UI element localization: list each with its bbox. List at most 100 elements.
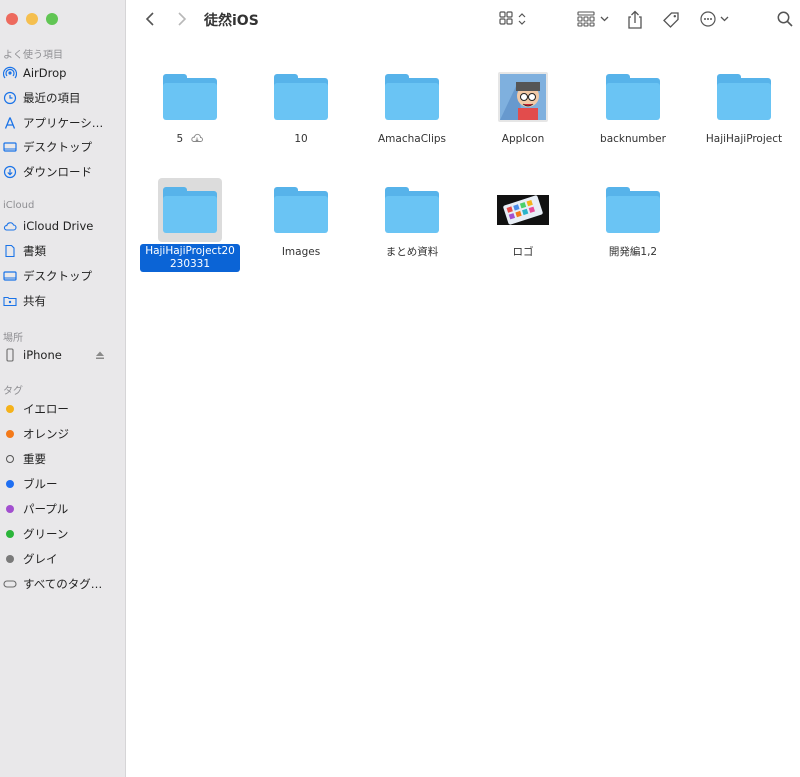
file-name: 5: [176, 133, 184, 145]
sidebar-item-icloud-drive[interactable]: iCloud Drive: [3, 216, 121, 236]
folder-thumbnail[interactable]: [380, 178, 444, 242]
sidebar-item-applications[interactable]: アプリケーシ…: [3, 113, 121, 133]
sidebar-item-downloads[interactable]: ダウンロード: [3, 162, 121, 182]
ellipsis-circle-icon: [700, 11, 716, 27]
file-name: HajiHajiProject20230331: [140, 244, 240, 272]
folder-thumbnail[interactable]: [712, 65, 776, 129]
sidebar-tag-purple[interactable]: パープル: [3, 499, 121, 519]
file-item-selected[interactable]: HajiHajiProject20230331: [135, 178, 245, 272]
sidebar-tag-yellow[interactable]: イエロー: [3, 399, 121, 419]
sidebar-item-shared[interactable]: 共有: [3, 291, 121, 311]
sidebar-tag-orange[interactable]: オレンジ: [3, 424, 121, 444]
tag-dot-icon: [3, 427, 17, 441]
sidebar-item-recents[interactable]: 最近の項目: [3, 88, 121, 108]
group-by-button[interactable]: [576, 10, 612, 28]
grid-view-icon: [499, 11, 513, 25]
sidebar-item-icloud-desktop[interactable]: デスクトップ: [3, 266, 121, 286]
share-button[interactable]: [626, 10, 644, 30]
app-icon-image: [498, 72, 548, 122]
group-icon: [577, 11, 595, 27]
file-item[interactable]: まとめ資料: [357, 178, 467, 259]
sidebar-item-label: オレンジ: [23, 427, 69, 441]
minimize-button[interactable]: [26, 13, 38, 25]
sidebar-item-label: すべてのタグ…: [23, 577, 103, 591]
chevron-left-icon: [145, 12, 154, 26]
share-icon: [628, 10, 642, 29]
close-button[interactable]: [6, 13, 18, 25]
file-item[interactable]: 10: [246, 65, 356, 146]
forward-button[interactable]: [175, 10, 189, 28]
folder-icon: [606, 187, 660, 233]
image-thumbnail[interactable]: [491, 178, 555, 242]
tag-dot-icon: [3, 502, 17, 516]
folder-icon: [385, 187, 439, 233]
folder-thumbnail[interactable]: [380, 65, 444, 129]
file-item[interactable]: AmachaClips: [357, 65, 467, 146]
folder-thumbnail[interactable]: [158, 178, 222, 242]
folder-thumbnail[interactable]: [158, 65, 222, 129]
sidebar-tag-blue[interactable]: ブルー: [3, 474, 121, 494]
file-name: 開発編1,2: [608, 246, 658, 258]
folder-thumbnail[interactable]: [601, 178, 665, 242]
sidebar-item-label: デスクトップ: [23, 140, 92, 154]
sidebar-tag-all[interactable]: すべてのタグ…: [3, 574, 121, 594]
file-item[interactable]: AppIcon: [468, 65, 578, 146]
cloud-icon: [3, 219, 17, 233]
window-title: 徒然iOS: [204, 13, 259, 29]
folder-thumbnail[interactable]: [269, 178, 333, 242]
zoom-button[interactable]: [46, 13, 58, 25]
sidebar-item-label: アプリケーシ…: [23, 116, 104, 130]
sidebar-item-desktop[interactable]: デスクトップ: [3, 137, 121, 157]
applications-icon: [3, 116, 17, 130]
file-item[interactable]: ロゴ: [468, 178, 578, 259]
sidebar-item-airdrop[interactable]: AirDrop: [3, 63, 121, 83]
folder-icon: [717, 74, 771, 120]
tag-dot-icon: [3, 527, 17, 541]
sidebar-item-iphone[interactable]: iPhone: [3, 345, 121, 365]
folder-icon: [274, 187, 328, 233]
file-name: AppIcon: [501, 133, 545, 145]
sidebar-item-label: グレイ: [23, 552, 58, 566]
sidebar-item-label: グリーン: [23, 527, 69, 541]
document-icon: [3, 244, 17, 258]
folder-thumbnail[interactable]: [601, 65, 665, 129]
folder-icon: [274, 74, 328, 120]
shared-folder-icon: [3, 294, 17, 308]
sidebar-item-documents[interactable]: 書類: [3, 241, 121, 261]
clock-icon: [3, 91, 17, 105]
search-icon: [777, 11, 793, 27]
file-item[interactable]: Images: [246, 178, 356, 259]
search-button[interactable]: [776, 10, 794, 28]
image-thumbnail[interactable]: [491, 65, 555, 129]
sidebar-item-label: ダウンロード: [23, 165, 92, 179]
sidebar-tag-gray[interactable]: グレイ: [3, 549, 121, 569]
window-controls: [6, 13, 58, 25]
file-item[interactable]: backnumber: [578, 65, 688, 146]
tag-button[interactable]: [661, 10, 681, 30]
folder-thumbnail[interactable]: [269, 65, 333, 129]
eject-icon[interactable]: [95, 349, 105, 363]
more-actions-button[interactable]: [699, 10, 733, 28]
file-name: 10: [294, 133, 308, 145]
iphone-icon: [3, 348, 17, 362]
desktop-icon: [3, 269, 17, 283]
file-item[interactable]: 開発編1,2: [578, 178, 688, 259]
tag-dot-icon: [3, 402, 17, 416]
sidebar-section-tags: タグ: [3, 386, 23, 397]
sidebar-tag-green[interactable]: グリーン: [3, 524, 121, 544]
tag-icon: [663, 12, 679, 28]
all-tags-icon: [3, 577, 17, 591]
sidebar-section-favorites: よく使う項目: [3, 50, 63, 61]
file-item[interactable]: HajiHajiProject: [689, 65, 799, 146]
view-mode-button[interactable]: [498, 10, 532, 28]
file-name: backnumber: [600, 133, 666, 145]
sidebar-item-label: イエロー: [23, 402, 69, 416]
back-button[interactable]: [143, 10, 157, 28]
icloud-download-icon: [190, 133, 203, 142]
sidebar-tag-important[interactable]: 重要: [3, 449, 121, 469]
sidebar-item-label: AirDrop: [23, 66, 67, 80]
file-item[interactable]: 5: [135, 65, 245, 146]
chevron-down-icon: [600, 16, 609, 22]
sidebar-item-label: 最近の項目: [23, 91, 81, 105]
file-name: Images: [281, 246, 321, 258]
